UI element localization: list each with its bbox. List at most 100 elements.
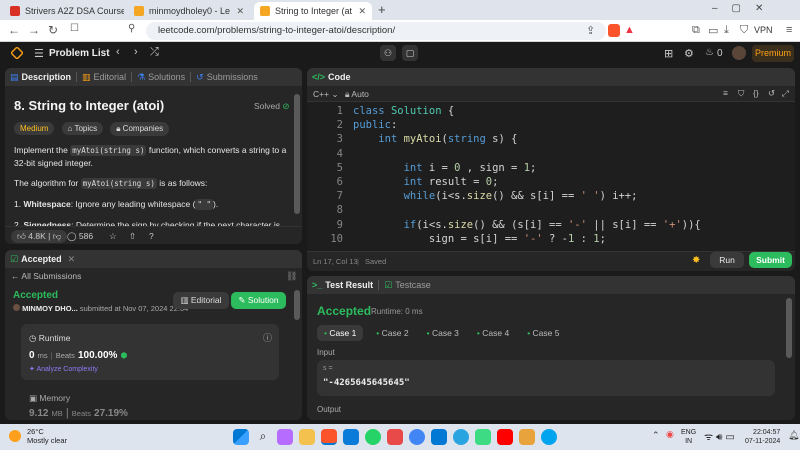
browser-tab-profile[interactable]: minmoydholey0 - LeetCode Profile ✕	[128, 2, 250, 20]
analyze-complexity-link[interactable]: ✦ Analyze Complexity	[29, 365, 98, 373]
code-line[interactable]: 1 class Solution {	[307, 105, 795, 119]
search-icon[interactable]: ⌕	[255, 429, 271, 445]
bookmark-icon[interactable]: ☐	[70, 23, 79, 34]
tab-submissions[interactable]: ↺ Submissions	[191, 72, 263, 83]
test-scrollbar[interactable]	[786, 298, 792, 358]
case-tab-1[interactable]: • Case 1	[317, 325, 364, 341]
notification-bell-icon[interactable]: 🔔︎	[788, 430, 799, 441]
code-editor[interactable]: 1 class Solution {2 public: 3 int myAtoi(st…	[307, 105, 795, 247]
case-tab-2[interactable]: • Case 2	[371, 325, 413, 341]
window-controls[interactable]: –▢✕	[712, 3, 777, 14]
close-tab-icon[interactable]: ✕	[230, 6, 244, 17]
submission-scrollbar[interactable]	[294, 290, 300, 320]
comments-button[interactable]: ◯ 586	[67, 231, 93, 242]
code-line[interactable]: 7 while(i<s.size() && s[i] == ' ') i++;	[307, 190, 795, 204]
case-tab-5[interactable]: • Case 5	[522, 325, 564, 341]
wallet-icon[interactable]: ▭	[708, 24, 718, 37]
reset-icon[interactable]: ↺	[768, 88, 775, 99]
vpn-button[interactable]: VPN	[754, 25, 773, 35]
menu-icon[interactable]: ≡	[786, 24, 792, 36]
weather-widget[interactable]: 26°C Mostly clear	[27, 427, 67, 445]
folder-icon[interactable]	[519, 429, 535, 445]
info-icon[interactable]: ⓘ	[263, 331, 272, 344]
extensions-icon[interactable]: ⧉	[692, 24, 700, 37]
problem-list-link[interactable]: Problem List	[49, 48, 110, 59]
app-icon[interactable]	[541, 429, 557, 445]
photo-app-icon[interactable]	[387, 429, 403, 445]
new-tab-button[interactable]: +	[378, 2, 386, 17]
file-explorer-icon[interactable]	[299, 429, 315, 445]
share-link-icon[interactable]: ⛓	[286, 271, 297, 282]
layout-icon[interactable]: ⊞	[664, 47, 673, 60]
premium-button[interactable]: Premium	[752, 45, 794, 62]
leetcode-logo-icon[interactable]	[10, 46, 24, 60]
download-icon[interactable]: ⤓	[724, 24, 729, 37]
streak-fire-icon[interactable]: ♨	[705, 47, 714, 58]
sparkle-icon[interactable]: ✸	[692, 255, 700, 266]
browser-tab-strivers[interactable]: Strivers A2Z DSA Course/Sheet - Co	[4, 2, 124, 20]
close-icon[interactable]: ✕	[68, 254, 76, 265]
tab-code[interactable]: </> Code	[307, 72, 356, 82]
shuffle-icon[interactable]: ⤮	[150, 46, 159, 59]
wifi-volume-battery-icons[interactable]: ᯤ🔊︎▭	[704, 429, 738, 443]
tab-testcase[interactable]: ☑ Testcase	[379, 280, 436, 291]
browser-tab-active[interactable]: String to Integer (atoi) - LeetCo ✕	[254, 2, 372, 20]
help-icon[interactable]: ?	[149, 231, 154, 241]
brave-rewards-icon[interactable]: ▲	[624, 24, 635, 36]
code-line[interactable]: 5 int i = 0 , sign = 1;	[307, 162, 795, 176]
whatsapp-icon[interactable]	[365, 429, 381, 445]
editorial-button[interactable]: ▥ Editorial	[173, 292, 229, 309]
problem-list-icon[interactable]: ☰	[34, 47, 44, 60]
runtime-card[interactable]: ◷ Runtime ⓘ 0 ms | Beats 100.00% ⬢ ✦ Ana…	[21, 324, 279, 380]
username[interactable]: MINMOY DHO...	[22, 304, 78, 313]
case-tab-4[interactable]: • Case 4	[472, 325, 514, 341]
telegram-icon[interactable]	[453, 429, 469, 445]
all-submissions-link[interactable]: ← All Submissions	[11, 271, 81, 281]
tab-description[interactable]: ▤ Description	[5, 72, 76, 83]
share-icon[interactable]: ⇪	[586, 24, 595, 37]
clock[interactable]: 22:04:57 07-11-2024	[745, 428, 780, 446]
case-tab-3[interactable]: • Case 3	[422, 325, 464, 341]
brave-browser-icon[interactable]	[321, 429, 337, 445]
code-line[interactable]: 3 int myAtoi(string s) {	[307, 133, 795, 147]
shield-icon[interactable]: ⛉	[740, 24, 748, 37]
edge-icon[interactable]	[343, 429, 359, 445]
close-tab-icon[interactable]: ✕	[352, 6, 366, 17]
tab-editorial[interactable]: ▥ Editorial	[77, 72, 131, 83]
submit-button[interactable]: Submit	[749, 252, 792, 268]
problem-title[interactable]: 8. String to Integer (atoi)	[14, 98, 164, 113]
back-icon[interactable]: ←	[8, 23, 20, 37]
copilot-icon[interactable]	[277, 429, 293, 445]
settings-gear-icon[interactable]: ⚙	[684, 47, 694, 60]
topics-chip[interactable]: ⌂ Topics	[61, 122, 104, 135]
like-button[interactable]: 👍︎ 4.8K | 👎︎	[11, 230, 68, 243]
code-line[interactable]: 4	[307, 148, 795, 162]
forward-icon[interactable]: →	[28, 23, 40, 37]
share-link-icon[interactable]: ⇧	[129, 231, 136, 242]
code-line[interactable]: 9 if(i<s.size() && (s[i] == '-' || s[i] …	[307, 219, 795, 233]
site-info-icon[interactable]: ⚲	[128, 23, 135, 34]
vscode-icon[interactable]	[431, 429, 447, 445]
companies-chip[interactable]: 🔒︎ Companies	[110, 122, 170, 136]
tray-app-icon[interactable]: ◉	[666, 429, 674, 440]
brave-shield-icon[interactable]	[608, 24, 620, 37]
tab-accepted[interactable]: ☑ Accepted ✕	[5, 254, 80, 265]
code-line[interactable]: 8	[307, 204, 795, 218]
braces-icon[interactable]: {}	[753, 88, 759, 98]
debug-icon[interactable]: ⚇	[380, 45, 396, 61]
solution-button[interactable]: ✎ Solution	[231, 292, 286, 309]
chrome-icon[interactable]	[409, 429, 425, 445]
reload-icon[interactable]: ↻	[48, 23, 58, 37]
fullscreen-icon[interactable]: ⤢	[782, 88, 789, 99]
windows-start-icon[interactable]	[233, 429, 249, 445]
notes-icon[interactable]: ▢	[402, 45, 418, 61]
description-scrollbar[interactable]	[294, 94, 300, 214]
run-button[interactable]: Run	[710, 252, 744, 268]
bookmark-icon[interactable]: ⛉	[738, 88, 744, 99]
code-line[interactable]: 2 public:	[307, 119, 795, 133]
prev-problem-icon[interactable]: ‹	[116, 46, 120, 58]
next-problem-icon[interactable]: ›	[134, 46, 138, 58]
android-studio-icon[interactable]	[475, 429, 491, 445]
auto-mode-toggle[interactable]: 🔒︎ Auto	[345, 89, 369, 100]
format-icon[interactable]: ≡	[723, 88, 728, 98]
